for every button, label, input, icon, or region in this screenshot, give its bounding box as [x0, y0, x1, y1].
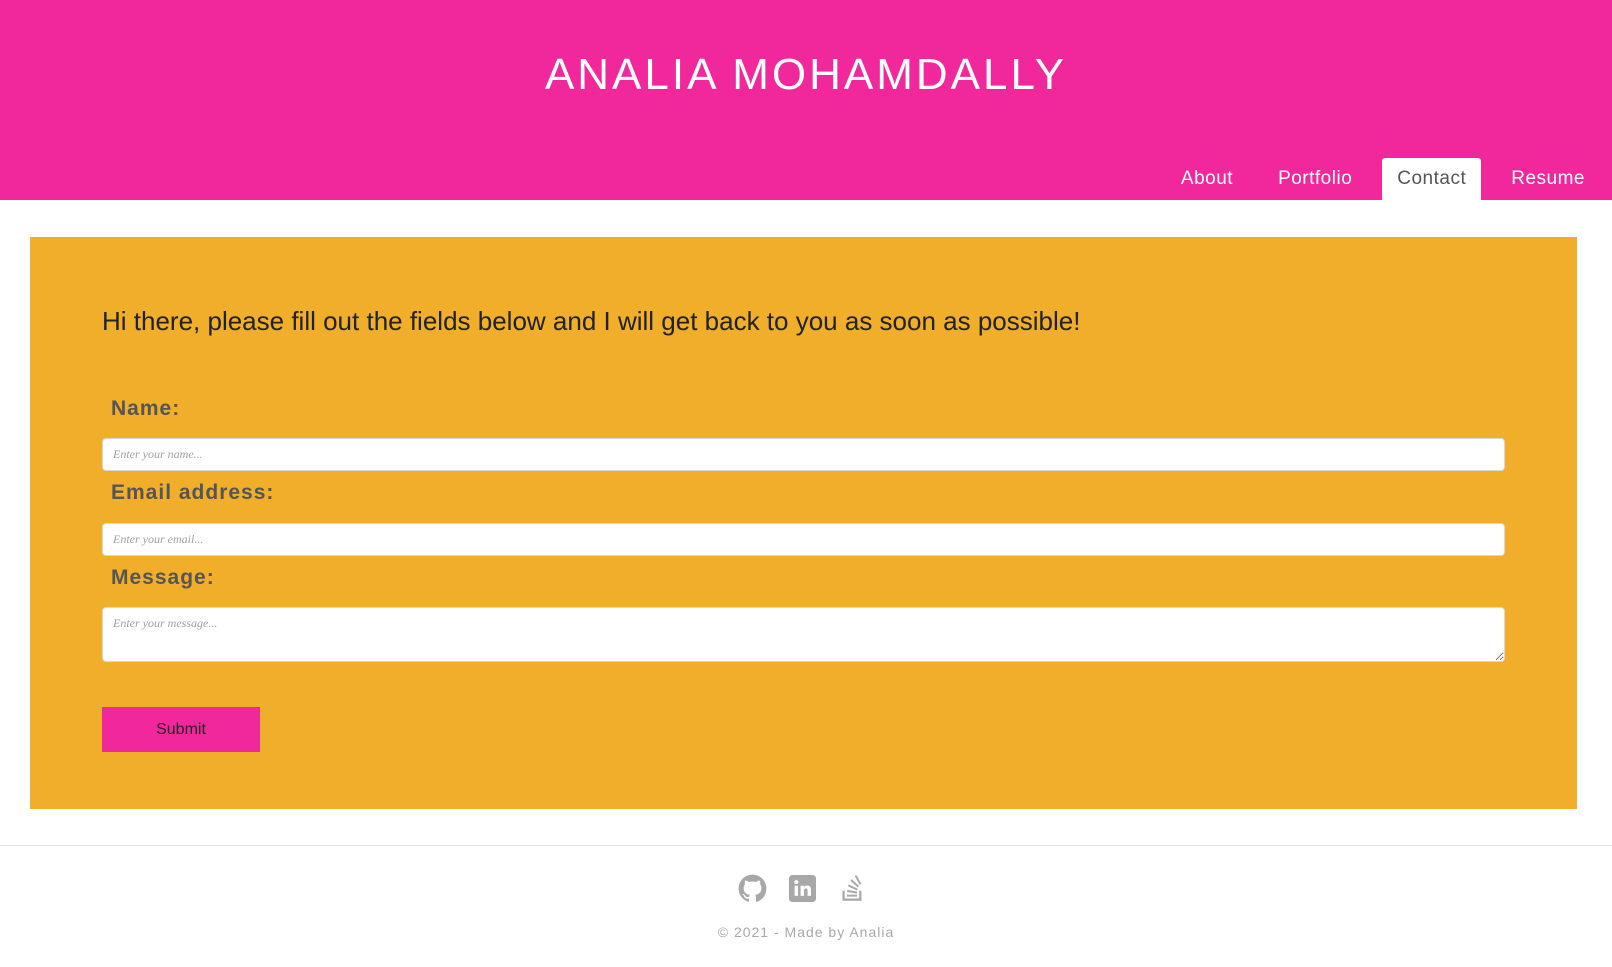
message-label: Message: [111, 566, 215, 589]
copyright-text: © 2021 - Made by Analia [717, 924, 895, 940]
contact-panel: Hi there, please fill out the fields bel… [30, 237, 1577, 809]
linkedin-icon[interactable] [788, 874, 817, 903]
nav-resume[interactable]: Resume [1496, 158, 1600, 200]
social-links [738, 874, 867, 903]
footer-divider [0, 845, 1612, 846]
message-textarea[interactable] [102, 607, 1505, 662]
name-input[interactable] [102, 438, 1505, 471]
github-icon[interactable] [738, 874, 767, 903]
name-label: Name: [111, 397, 181, 420]
email-label: Email address: [111, 481, 275, 504]
main-nav: About Portfolio Contact Resume [1151, 158, 1612, 200]
site-title: ANALIA MOHAMDALLY [544, 50, 1068, 99]
site-header: ANALIA MOHAMDALLY About Portfolio Contac… [0, 0, 1612, 200]
email-input[interactable] [102, 523, 1505, 556]
submit-button[interactable]: Submit [102, 707, 260, 752]
nav-portfolio[interactable]: Portfolio [1263, 158, 1367, 200]
nav-contact[interactable]: Contact [1382, 158, 1482, 200]
contact-intro: Hi there, please fill out the fields bel… [102, 306, 1081, 336]
nav-about[interactable]: About [1166, 158, 1248, 200]
stackoverflow-icon[interactable] [838, 874, 867, 903]
